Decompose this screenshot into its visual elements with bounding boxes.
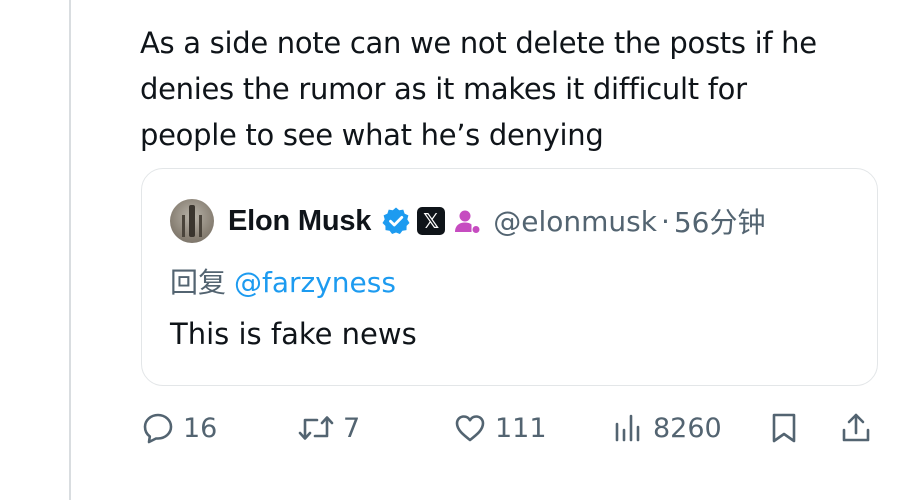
timestamp[interactable]: 56分钟 xyxy=(674,201,766,241)
bookmark-button[interactable] xyxy=(767,404,801,452)
share-icon xyxy=(839,411,873,445)
reply-icon xyxy=(141,411,175,445)
author-name[interactable]: Elon Musk xyxy=(228,205,371,238)
reply-mention-link[interactable]: @farzyness xyxy=(234,266,396,299)
like-count: 111 xyxy=(495,412,547,444)
like-icon xyxy=(453,411,487,445)
repost-count: 7 xyxy=(343,412,361,444)
repost-button[interactable]: 7 xyxy=(297,404,360,452)
like-button[interactable]: 111 xyxy=(453,404,547,452)
bookmark-icon xyxy=(767,411,801,445)
tweet-view: As a side note can we not delete the pos… xyxy=(0,0,900,500)
author-handle[interactable]: @elonmusk xyxy=(493,205,657,238)
reply-count: 16 xyxy=(183,412,218,444)
views-button[interactable]: 8260 xyxy=(611,404,722,452)
reply-prefix: 回复 xyxy=(170,266,227,299)
affiliate-icon xyxy=(453,207,481,235)
x-badge-icon: 𝕏 xyxy=(417,207,446,235)
repost-icon xyxy=(297,411,335,445)
quoted-post-card[interactable]: Elon Musk 𝕏 @elonmusk · 56分钟 回复 @farzyne… xyxy=(141,168,878,386)
views-icon xyxy=(611,411,645,445)
separator-dot: · xyxy=(660,204,670,238)
quoted-post-text: This is fake news xyxy=(170,317,417,351)
post-text-line: people to see what he’s denying xyxy=(140,118,604,152)
action-bar: 16 7 111 8260 xyxy=(141,404,881,452)
avatar[interactable] xyxy=(170,199,214,243)
post-text-line: As a side note can we not delete the pos… xyxy=(140,26,817,60)
post-text-line: denies the rumor as it makes it difficul… xyxy=(140,72,747,106)
views-count: 8260 xyxy=(653,412,722,444)
reply-context: 回复 @farzyness xyxy=(170,261,396,301)
verified-icon xyxy=(381,206,411,236)
quoted-post-header: Elon Musk 𝕏 @elonmusk · 56分钟 xyxy=(228,199,765,243)
share-button[interactable] xyxy=(839,404,873,452)
post-text: As a side note can we not delete the pos… xyxy=(140,20,880,158)
thread-line xyxy=(69,0,71,500)
reply-button[interactable]: 16 xyxy=(141,404,217,452)
